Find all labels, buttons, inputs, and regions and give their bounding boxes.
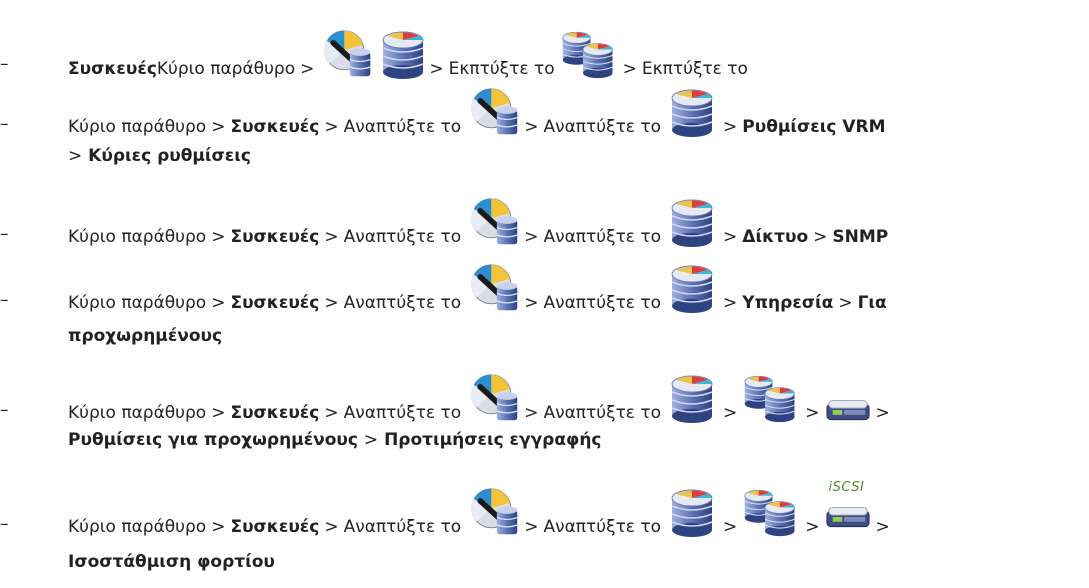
menu-path-main-settings: Κύριες ρυθμίσεις xyxy=(88,146,251,166)
path-separator: > xyxy=(211,403,226,423)
path-separator: > xyxy=(324,227,339,247)
list-item: – Κύριο παράθυρο > Συσκευές > Αναπτύξτε … xyxy=(0,84,1089,184)
menu-path-main-window: Κύριο παράθυρο xyxy=(68,227,207,247)
expand-text: Αναπτύξτε το xyxy=(543,293,662,313)
path-separator: > xyxy=(805,403,820,423)
expand-text: Αναπτύξτε το xyxy=(343,117,462,137)
list-dash: – xyxy=(0,514,9,534)
vrm-server-icon xyxy=(466,196,524,248)
menu-path-advanced-settings: Ρυθμίσεις για προχωρημένους xyxy=(68,430,358,450)
expand-text: Αναπτύξτε το xyxy=(543,227,662,247)
menu-path-main-window: Κύριο παράθυρο xyxy=(68,517,207,537)
menu-path-devices: Συσκευές xyxy=(230,293,320,313)
storage-pool-icon xyxy=(666,372,718,424)
menu-path-advanced: προχωρημένους xyxy=(68,326,223,346)
vrm-server-icon xyxy=(466,86,524,138)
vrm-server-icon xyxy=(319,28,377,80)
iscsi-device-icon: iSCSI xyxy=(825,480,871,538)
path-separator: > xyxy=(300,59,315,79)
menu-path-main-window: Κύριο παράθυρο xyxy=(68,293,207,313)
menu-path-snmp: SNMP xyxy=(832,227,889,247)
storage-pool-icon xyxy=(666,262,718,314)
path-separator: > xyxy=(622,59,637,79)
expand-text: Αναπτύξτε το xyxy=(543,517,662,537)
list-dash: – xyxy=(0,54,9,74)
path-separator: > xyxy=(723,117,738,137)
path-separator: > xyxy=(211,117,226,137)
menu-path-for: Για xyxy=(857,293,887,313)
expand-text: Εκπτύξτε το xyxy=(448,59,555,79)
storage-pool-icon xyxy=(377,28,429,80)
path-separator: > xyxy=(723,293,738,313)
list-item: – Κύριο παράθυρο > Συσκευές > Αναπτύξτε … xyxy=(0,188,1089,248)
menu-path-service: Υπηρεσία xyxy=(742,293,834,313)
path-separator: > xyxy=(211,517,226,537)
menu-path-main-window: Κύριο παράθυρο xyxy=(68,117,207,137)
path-separator: > xyxy=(68,146,83,166)
clipped-text-line xyxy=(68,0,1068,8)
storage-pool-icon xyxy=(666,86,718,138)
menu-path-devices: Συσκευές xyxy=(68,59,157,79)
path-separator: > xyxy=(838,293,853,313)
list-dash: – xyxy=(0,224,9,244)
menu-path-network: Δίκτυο xyxy=(742,227,809,247)
list-item: – Κύριο παράθυρο > Συσκευές > Αναπτύξτε … xyxy=(0,470,1089,588)
list-item: – Συσκευές Κύριο παράθυρο > > Εκπτύξτε τ… xyxy=(0,18,1089,78)
expand-text: Αναπτύξτε το xyxy=(343,293,462,313)
path-separator: > xyxy=(805,517,820,537)
list-item: – Κύριο παράθυρο > Συσκευές > Αναπτύξτε … xyxy=(0,354,1089,464)
path-separator: > xyxy=(524,227,539,247)
menu-path-devices: Συσκευές xyxy=(230,403,320,423)
menu-path-load-balancing: Ισοστάθμιση φορτίου xyxy=(68,552,275,572)
path-separator: > xyxy=(324,117,339,137)
vrm-server-icon xyxy=(466,262,524,314)
vrm-server-icon xyxy=(466,486,524,538)
list-dash: – xyxy=(0,114,9,134)
path-separator: > xyxy=(875,403,890,423)
path-separator: > xyxy=(813,227,828,247)
path-separator: > xyxy=(875,517,890,537)
path-separator: > xyxy=(524,517,539,537)
path-separator: > xyxy=(723,227,738,247)
path-separator: > xyxy=(524,293,539,313)
path-separator: > xyxy=(524,117,539,137)
path-separator: > xyxy=(524,403,539,423)
path-separator: > xyxy=(429,59,444,79)
menu-path-main-window: Κύριο παράθυρο xyxy=(68,403,207,423)
menu-path-devices: Συσκευές xyxy=(230,117,320,137)
expand-text: Αναπτύξτε το xyxy=(543,117,662,137)
storage-pool-icon xyxy=(666,486,718,538)
list-dash: – xyxy=(0,290,9,310)
menu-path-recording-preferences: Προτιμήσεις εγγραφής xyxy=(384,430,602,450)
database-pair-icon xyxy=(742,486,800,538)
path-separator: > xyxy=(211,227,226,247)
expand-text: Αναπτύξτε το xyxy=(343,403,462,423)
expand-text: Εκπτύξτε το xyxy=(641,59,748,79)
menu-path-main-window: Κύριο παράθυρο xyxy=(156,59,296,79)
path-separator: > xyxy=(324,293,339,313)
database-pair-icon xyxy=(742,372,800,424)
expand-text: Αναπτύξτε το xyxy=(343,227,462,247)
path-separator: > xyxy=(324,517,339,537)
list-dash: – xyxy=(0,400,9,420)
menu-path-devices: Συσκευές xyxy=(230,517,320,537)
iscsi-label: iSCSI xyxy=(828,480,865,495)
menu-path-vrm-settings: Ρυθμίσεις VRM xyxy=(742,117,886,137)
database-pair-icon xyxy=(560,28,618,80)
list-item: – Κύριο παράθυρο > Συσκευές > Αναπτύξτε … xyxy=(0,254,1089,350)
path-separator: > xyxy=(363,430,379,450)
vrm-server-icon xyxy=(466,372,524,424)
expand-text: Αναπτύξτε το xyxy=(543,403,662,423)
path-separator: > xyxy=(211,293,226,313)
path-separator: > xyxy=(324,403,339,423)
expand-text: Αναπτύξτε το xyxy=(343,517,462,537)
menu-path-devices: Συσκευές xyxy=(230,227,320,247)
path-separator: > xyxy=(723,403,738,423)
storage-device-icon xyxy=(825,396,871,424)
storage-pool-icon xyxy=(666,196,718,248)
path-separator: > xyxy=(723,517,738,537)
